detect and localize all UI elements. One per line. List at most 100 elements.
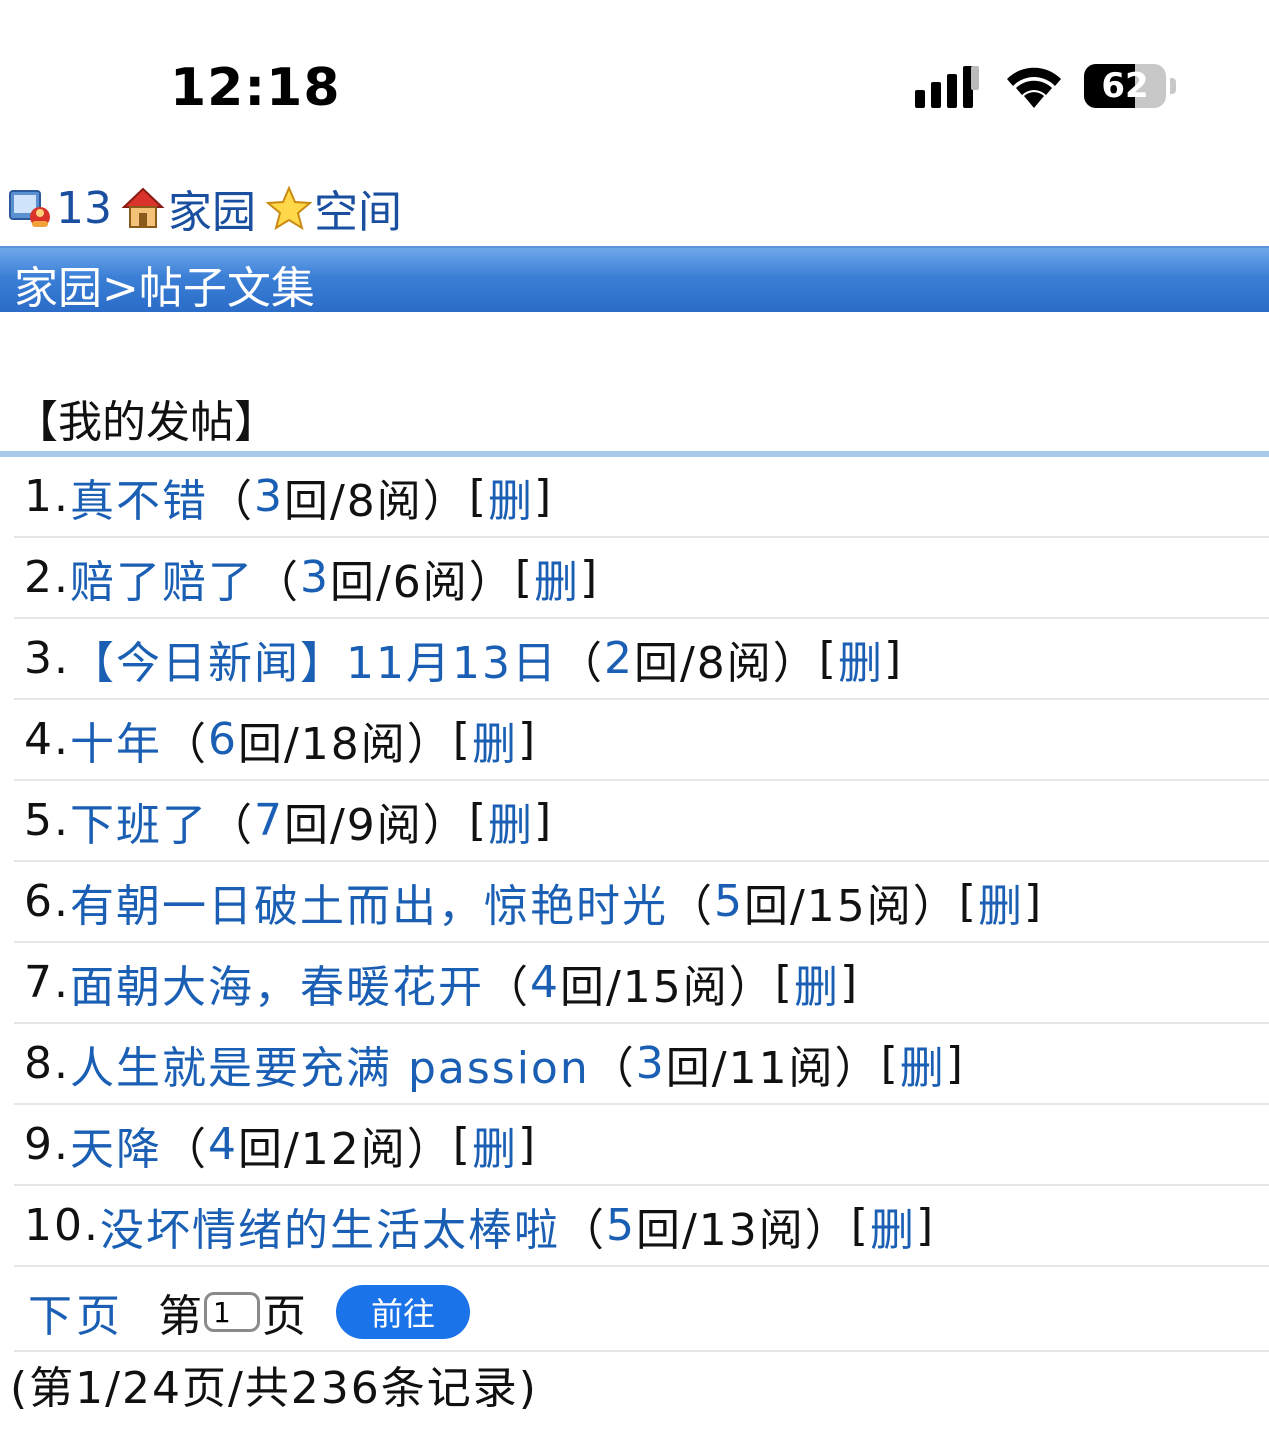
post-number: 1.	[24, 471, 70, 522]
delete-post-link[interactable]: 删	[488, 789, 534, 853]
post-reads: 回/13阅）	[635, 1204, 851, 1256]
post-meta-open: （	[557, 637, 604, 689]
list-item: 7. 面朝大海，春暖花开（4 回/15阅）[删]	[14, 943, 1269, 1024]
delete-bracket-open: [	[452, 714, 472, 765]
post-reads: 回/6阅）	[329, 556, 515, 608]
delete-post-link[interactable]: 删	[838, 627, 884, 691]
post-reads: 回/12阅）	[237, 1123, 453, 1175]
space-link[interactable]: 空间	[314, 176, 402, 240]
post-reads: 回/15阅）	[743, 880, 959, 932]
list-item: 8. 人生就是要充满 passion （3 回/11阅）[删]	[14, 1024, 1269, 1105]
post-replies-count: 2	[603, 633, 634, 684]
delete-post-link[interactable]: 删	[794, 951, 840, 1015]
post-number: 5.	[24, 795, 70, 846]
post-title-link[interactable]: 天降	[70, 1113, 162, 1177]
section-title: 【我的发帖】	[14, 397, 278, 448]
delete-post-link[interactable]: 删	[488, 465, 534, 529]
list-item: 2. 赔了赔了（3 回/6阅）[删]	[14, 538, 1269, 619]
home-icon	[121, 187, 165, 228]
post-list: 1. 真不错（3 回/8阅）[删] 2. 赔了赔了（3 回/6阅）[删] 3. 【今日新闻】1…	[14, 457, 1269, 1267]
page-prefix: 第	[158, 1291, 202, 1342]
post-meta-open: （	[589, 1042, 636, 1094]
post-title-link[interactable]: 赔了赔了	[70, 546, 254, 610]
delete-bracket-close: ]	[517, 714, 538, 765]
post-title-link[interactable]: 人生就是要充满 passion	[70, 1032, 590, 1096]
post-replies-count: 5	[713, 876, 744, 927]
post-reads: 回/15阅）	[559, 961, 775, 1013]
post-number: 8.	[24, 1038, 70, 1089]
battery-percent: 62	[1101, 66, 1149, 106]
online-users-link[interactable]: 13	[56, 183, 112, 234]
pager: 下页 第 页 前往	[28, 1276, 470, 1348]
post-meta-open: （	[559, 1204, 606, 1256]
post-reads: 回/9阅）	[283, 799, 469, 851]
go-button[interactable]: 前往	[336, 1285, 470, 1339]
post-meta-open: （	[161, 1123, 208, 1175]
post-reads: 回/8阅）	[633, 637, 819, 689]
list-item: 9. 天降（4 回/12阅）[删]	[14, 1105, 1269, 1186]
delete-bracket-open: [	[774, 957, 794, 1008]
post-replies-count: 3	[635, 1038, 666, 1089]
delete-bracket-close: ]	[839, 957, 860, 1008]
post-title-link[interactable]: 十年	[70, 708, 162, 772]
online-users-icon	[9, 190, 50, 227]
post-title-link[interactable]: 真不错	[70, 465, 208, 529]
delete-post-link[interactable]: 删	[472, 708, 518, 772]
cellular-signal-icon	[915, 66, 979, 108]
post-title-link[interactable]: 下班了	[70, 789, 208, 853]
post-title-link[interactable]: 没坏情绪的生活太棒啦	[100, 1194, 560, 1258]
list-item: 10. 没坏情绪的生活太棒啦（5 回/13阅）[删]	[14, 1186, 1269, 1267]
status-bar: 12:18 62	[0, 0, 1269, 160]
status-time: 12:18	[170, 58, 341, 118]
breadcrumb: 家园>帖子文集	[14, 263, 315, 314]
list-item: 1. 真不错（3 回/8阅）[删]	[14, 457, 1269, 538]
post-replies-count: 3	[299, 552, 330, 603]
post-title-link[interactable]: 有朝一日破土而出，惊艳时光	[70, 870, 668, 934]
delete-bracket-open: [	[514, 552, 534, 603]
list-item: 6. 有朝一日破土而出，惊艳时光（5 回/15阅）[删]	[14, 862, 1269, 943]
post-number: 4.	[24, 714, 70, 765]
delete-post-link[interactable]: 删	[870, 1194, 916, 1258]
delete-bracket-close: ]	[579, 552, 600, 603]
page-number-input[interactable]	[204, 1292, 260, 1332]
delete-post-link[interactable]: 删	[472, 1113, 518, 1177]
post-replies-count: 3	[253, 471, 284, 522]
list-item: 4. 十年（6 回/18阅）[删]	[14, 700, 1269, 781]
post-number: 3.	[24, 633, 70, 684]
post-title-link[interactable]: 【今日新闻】11月13日	[70, 627, 558, 691]
home-link[interactable]: 家园	[168, 176, 256, 240]
post-meta-open: （	[207, 799, 254, 851]
post-number: 6.	[24, 876, 70, 927]
post-meta-open: （	[161, 718, 208, 770]
post-number: 10.	[24, 1200, 100, 1251]
post-reads: 回/18阅）	[237, 718, 453, 770]
post-number: 9.	[24, 1119, 70, 1170]
post-meta-open: （	[207, 475, 254, 527]
delete-bracket-open: [	[452, 1119, 472, 1170]
next-page-link[interactable]: 下页	[28, 1280, 124, 1344]
delete-post-link[interactable]: 删	[978, 870, 1024, 934]
post-replies-count: 7	[253, 795, 284, 846]
post-meta-open: （	[667, 880, 714, 932]
delete-bracket-close: ]	[945, 1038, 965, 1089]
post-reads: 回/11阅）	[665, 1042, 881, 1094]
delete-post-link[interactable]: 删	[900, 1032, 946, 1096]
post-number: 2.	[24, 552, 70, 603]
delete-bracket-close: ]	[915, 1200, 936, 1251]
page-summary: (第1/24页/共236条记录)	[10, 1363, 538, 1414]
delete-post-link[interactable]: 删	[534, 546, 580, 610]
post-replies-count: 6	[207, 714, 238, 765]
post-meta-open: （	[483, 961, 530, 1013]
top-nav: 13 家园 空间	[8, 178, 402, 238]
post-reads: 回/8阅）	[283, 475, 469, 527]
wifi-icon	[1007, 67, 1061, 108]
post-number: 7.	[24, 957, 70, 1008]
delete-bracket-close: ]	[883, 633, 904, 684]
delete-bracket-open: [	[850, 1200, 870, 1251]
title-bar: 家园>帖子文集	[0, 246, 1269, 314]
list-item: 3. 【今日新闻】11月13日（2 回/8阅）[删]	[14, 619, 1269, 700]
delete-bracket-close: ]	[533, 471, 554, 522]
post-title-link[interactable]: 面朝大海，春暖花开	[70, 951, 484, 1015]
post-replies-count: 5	[605, 1200, 636, 1251]
delete-bracket-open: [	[468, 795, 488, 846]
